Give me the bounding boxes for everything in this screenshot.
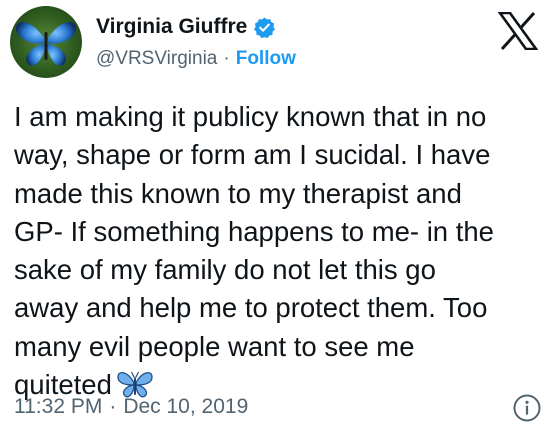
tweet-line: away and help me to protect them. Too: [14, 292, 488, 324]
tweet-date: Dec 10, 2019: [123, 395, 249, 418]
verified-badge-icon: [253, 16, 276, 39]
tweet-time: 11:32 PM: [14, 395, 103, 418]
tweet-line: sake of my family do not let this go: [14, 254, 436, 286]
follow-button[interactable]: Follow: [236, 48, 296, 70]
x-logo-icon[interactable]: [497, 11, 539, 51]
avatar[interactable]: [10, 6, 82, 78]
author-display-name[interactable]: Virginia Giuffre: [96, 15, 247, 39]
tweet-card: Virginia Giuffre @VRSVirginia · Follow I…: [0, 0, 558, 441]
info-icon[interactable]: [512, 393, 542, 423]
tweet-text: I am making it publicy known that in no …: [14, 98, 549, 404]
handle-separator: ·: [223, 48, 230, 69]
author-handle[interactable]: @VRSVirginia: [96, 48, 217, 70]
tweet-timestamp[interactable]: 11:32 PM · Dec 10, 2019: [14, 392, 248, 422]
tweet-line: many evil people want to see me: [14, 330, 415, 362]
author-name-row: Virginia Giuffre: [96, 12, 276, 42]
tweet-line: way, shape or form am I sucidal. I have: [14, 139, 491, 171]
tweet-line: I am making it publicy known that in no: [14, 101, 487, 132]
tweet-line: GP- If something happens to me- in the: [14, 215, 494, 247]
timestamp-separator: ·: [109, 395, 117, 418]
author-handle-row: @VRSVirginia · Follow: [96, 46, 296, 72]
tweet-line: made this known to my therapist and: [14, 177, 462, 209]
blue-butterfly-icon: [16, 22, 76, 66]
